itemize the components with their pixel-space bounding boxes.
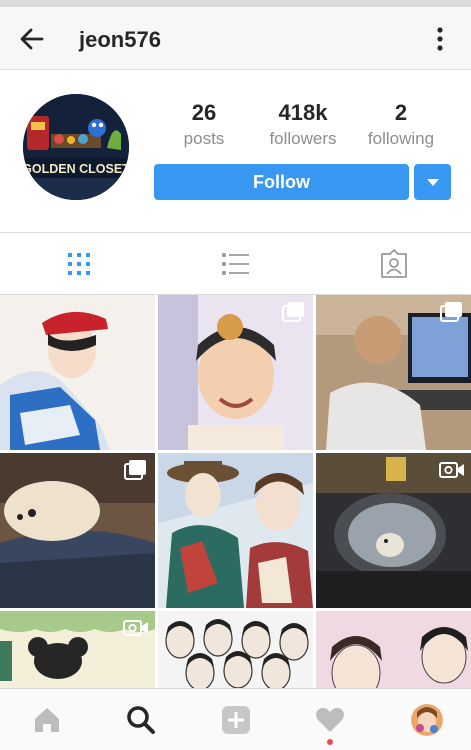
- follow-button[interactable]: Follow: [154, 164, 409, 200]
- home-icon[interactable]: [31, 704, 63, 736]
- top-bar: jeon576: [0, 7, 471, 70]
- post-thumbnail[interactable]: [316, 611, 471, 688]
- golden-closet-logo: GOLDEN CLOSET: [23, 94, 129, 200]
- posts-label: posts: [183, 129, 225, 148]
- tagged-icon[interactable]: [379, 249, 409, 279]
- posts-stat: 26 posts: [175, 100, 233, 152]
- post-thumbnail[interactable]: [158, 611, 313, 688]
- post-thumbnail[interactable]: [0, 295, 155, 450]
- avatar[interactable]: GOLDEN CLOSET: [23, 94, 129, 200]
- video-icon: [123, 620, 148, 636]
- posts-count: 26: [191, 100, 217, 125]
- posts-grid: [0, 295, 471, 688]
- post-thumbnail[interactable]: [158, 295, 313, 450]
- post-thumbnail[interactable]: [316, 453, 471, 608]
- profile-username: jeon576: [79, 27, 161, 52]
- list-icon[interactable]: [221, 249, 251, 279]
- suggestions-dropdown-button[interactable]: [414, 164, 451, 200]
- status-bar: [0, 0, 471, 7]
- arrow-left-icon[interactable]: [18, 25, 46, 53]
- following-stat[interactable]: 2 following: [362, 100, 440, 152]
- post-thumbnail[interactable]: [0, 453, 155, 608]
- chevron-down-icon: [426, 179, 439, 186]
- video-icon: [439, 462, 464, 478]
- multiple-photos-icon: [124, 460, 146, 480]
- multiple-photos-icon: [440, 302, 462, 322]
- following-count: 2: [394, 100, 408, 125]
- avatar-icon[interactable]: [411, 704, 443, 736]
- post-thumbnail[interactable]: [316, 295, 471, 450]
- post-thumbnail[interactable]: [158, 453, 313, 608]
- post-thumbnail[interactable]: [0, 611, 155, 688]
- search-icon[interactable]: [125, 704, 157, 736]
- followers-label: followers: [269, 129, 337, 148]
- heart-icon[interactable]: [314, 704, 346, 736]
- view-tabs: [0, 232, 471, 295]
- multiple-photos-icon: [282, 302, 304, 322]
- notification-dot: [327, 739, 333, 745]
- plus-square-icon[interactable]: [220, 704, 252, 736]
- profile-header: GOLDEN CLOSET 26 posts 418k followers 2 …: [0, 70, 471, 232]
- more-vertical-icon[interactable]: [430, 25, 450, 53]
- avatar-logo-text: GOLDEN CLOSET: [23, 162, 129, 176]
- bottom-navigation: [0, 688, 471, 750]
- followers-stat[interactable]: 418k followers: [262, 100, 344, 152]
- grid-icon[interactable]: [64, 249, 94, 279]
- following-label: following: [367, 129, 435, 148]
- followers-count: 418k: [278, 100, 328, 125]
